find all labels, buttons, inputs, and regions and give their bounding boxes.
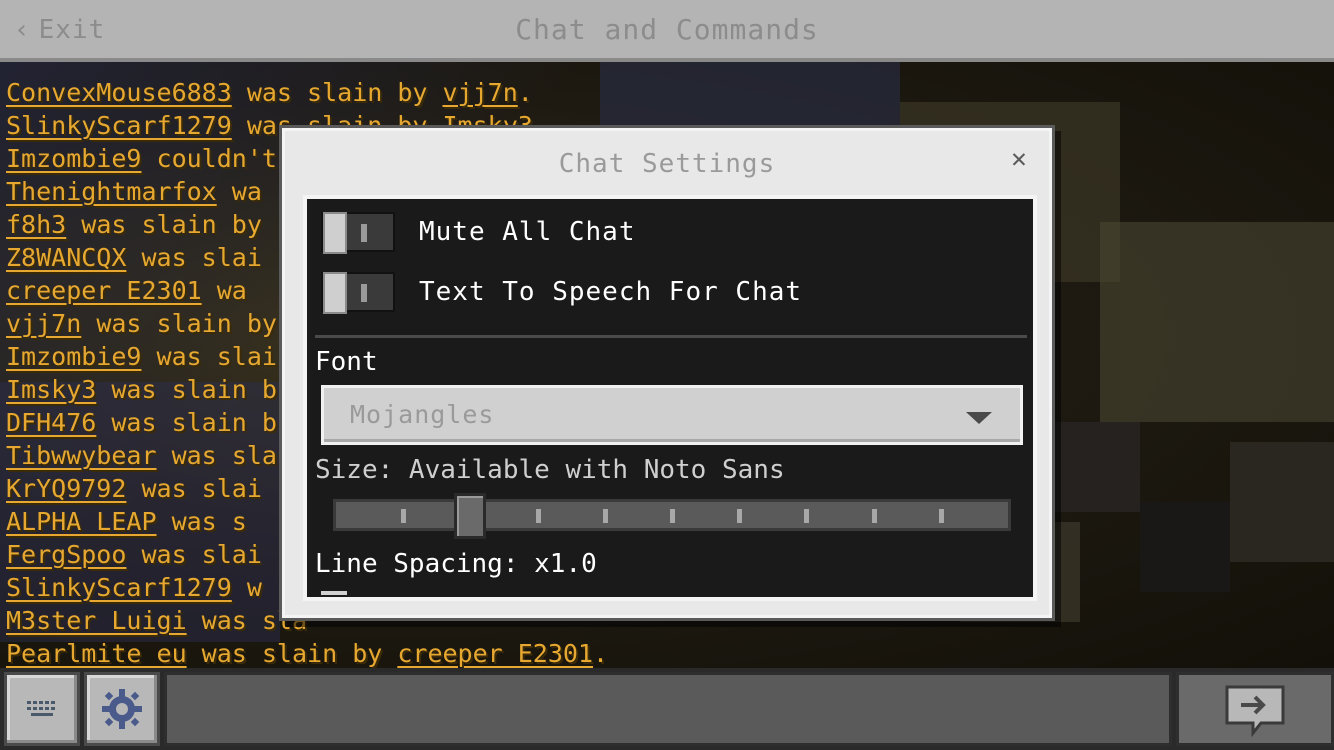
chat-message-text: was slai [126,474,262,503]
chat-player-name: Imsky3 [6,375,97,404]
chat-player-name: KrYQ9792 [6,474,127,503]
size-slider-thumb[interactable] [454,493,486,539]
toggle-off-indicator [361,284,367,302]
mute-all-chat-row: Mute All Chat [321,211,636,254]
chat-message-text: w [231,573,262,602]
chat-message: Pearlmite eu was slain by creeper E2301. [6,637,806,670]
dialog-title: Chat Settings [558,149,776,179]
mute-all-chat-label: Mute All Chat [419,217,636,247]
chat-player-name: Z8WANCQX [6,243,127,272]
slider-step-marker [737,509,742,523]
chat-message-text: was slain by [186,639,398,668]
size-slider[interactable] [333,493,1011,539]
chat-player-name: DFH476 [6,408,97,437]
gear-icon [102,689,142,729]
text-to-speech-row: Text To Speech For Chat [321,271,803,314]
mute-all-chat-toggle[interactable] [321,212,395,254]
send-area [1176,672,1334,746]
text-to-speech-toggle[interactable] [321,272,395,314]
slider-step-marker [670,509,675,523]
font-dropdown[interactable]: Mojangles [321,385,1023,445]
chat-message-text: was slain by [81,309,277,338]
chat-player-name: ALPHA LEAP [6,507,157,536]
chat-message-text: was slain by [66,210,262,239]
chat-settings-button[interactable] [84,672,160,746]
chat-player-name: Thenightmarfox [6,177,217,206]
chat-player-name: f8h3 [6,210,67,239]
chat-player-name: Imzombie9 [6,144,142,173]
chat-message-end: . [517,78,533,107]
line-spacing-label: Line Spacing: x1.0 [315,549,597,579]
slider-step-marker [603,509,608,523]
slider-step-marker [872,509,877,523]
chat-player-name: ConvexMouse6883 [6,78,232,107]
chat-message-text: was slai [126,540,262,569]
settings-panel: Mute All Chat Text To Speech For Chat Fo… [303,195,1037,601]
page-title: Chat and Commands [515,13,819,46]
chat-message-text: was s [156,507,247,536]
divider [315,335,1027,338]
chat-player-name: Pearlmite eu [6,639,187,668]
send-arrow-icon[interactable] [1223,683,1287,737]
chevron-down-icon [966,412,992,424]
chat-killer-name: creeper E2301 [397,639,594,668]
chat-player-name: M3ster Luigi [6,606,187,635]
line-spacing-slider[interactable] [321,591,347,595]
chat-message-text: wa [201,276,247,305]
chat-player-name: SlinkyScarf1279 [6,573,232,602]
chat-player-name: SlinkyScarf1279 [6,111,232,140]
chat-player-name: vjj7n [6,309,82,338]
chat-message-end: . [593,639,609,668]
chat-message-text: couldn't [141,144,277,173]
chat-settings-dialog: Chat Settings ✕ Mute All Chat Text To Sp… [282,128,1052,618]
chat-message-text: was slain by [231,78,443,107]
keyboard-button[interactable] [4,672,80,746]
text-to-speech-label: Text To Speech For Chat [419,277,803,307]
keyboard-icon [27,701,55,716]
slider-step-marker [939,509,944,523]
slider-step-marker [804,509,809,523]
slider-step-marker [536,509,541,523]
header-bar: ‹ Exit Chat and Commands [0,0,1334,62]
chat-input[interactable] [164,672,1172,746]
close-icon[interactable]: ✕ [1007,146,1031,172]
chat-message: ConvexMouse6883 was slain by vjj7n. [6,76,806,109]
chat-player-name: creeper E2301 [6,276,202,305]
chat-message-text: was slain b [96,408,277,437]
chat-player-name: Tibwwybear [6,441,157,470]
chat-message-text: was slai [141,342,277,371]
font-label: Font [315,347,378,377]
slider-step-marker [401,509,406,523]
toggle-off-indicator [361,224,367,242]
chat-killer-name: vjj7n [442,78,518,107]
chat-message-text: was slain b [96,375,277,404]
toggle-knob [323,212,347,254]
chat-message-text: wa [216,177,262,206]
chat-player-name: FergSpoo [6,540,127,569]
chat-input-bar [0,668,1334,750]
chat-player-name: Imzombie9 [6,342,142,371]
chat-message-text: was sla [156,441,277,470]
font-dropdown-value: Mojangles [350,400,495,429]
chat-message-text: was slai [126,243,262,272]
toggle-knob [323,272,347,314]
size-label: Size: Available with Noto Sans [315,455,785,485]
